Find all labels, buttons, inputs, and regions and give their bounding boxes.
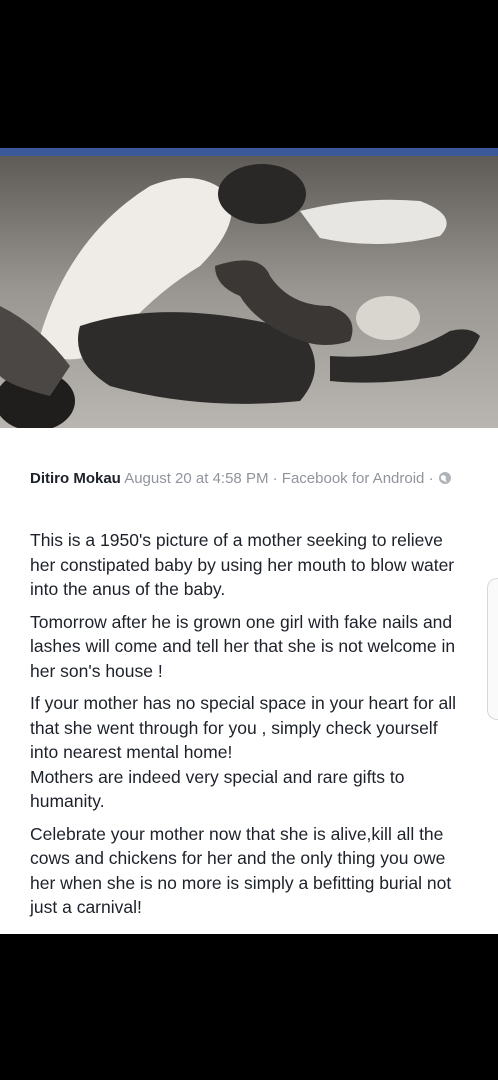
post-paragraph: If your mother has no special space in y… bbox=[30, 693, 457, 762]
app-header-strip bbox=[0, 148, 498, 156]
post-paragraph: Mothers are indeed very special and rare… bbox=[30, 766, 405, 812]
post-paragraph: Tomorrow after he is grown one girl with… bbox=[30, 611, 456, 681]
post-timestamp[interactable]: August 20 at 4:58 PM bbox=[124, 470, 268, 487]
post-paragraph: Celebrate your mother now that she is al… bbox=[30, 823, 452, 918]
post-body: This is a 1950's picture of a mother see… bbox=[30, 528, 470, 928]
post-card: Ditiro Mokau August 20 at 4:58 PM · Face… bbox=[0, 428, 498, 934]
bottom-black-area bbox=[0, 934, 498, 1080]
globe-icon bbox=[438, 470, 452, 484]
author-name[interactable]: Ditiro Mokau bbox=[30, 470, 121, 487]
separator-dot: · bbox=[272, 470, 278, 487]
separator-dot-2: · bbox=[428, 470, 434, 487]
status-bar-area bbox=[0, 0, 498, 148]
post-paragraph: This is a 1950's picture of a mother see… bbox=[30, 530, 455, 599]
post-header: Ditiro Mokau August 20 at 4:58 PM · Face… bbox=[30, 468, 470, 490]
side-scroll-handle[interactable] bbox=[487, 578, 498, 720]
post-source: Facebook for Android bbox=[281, 470, 425, 487]
post-photo[interactable] bbox=[0, 156, 498, 428]
photo-illustration bbox=[0, 156, 498, 428]
